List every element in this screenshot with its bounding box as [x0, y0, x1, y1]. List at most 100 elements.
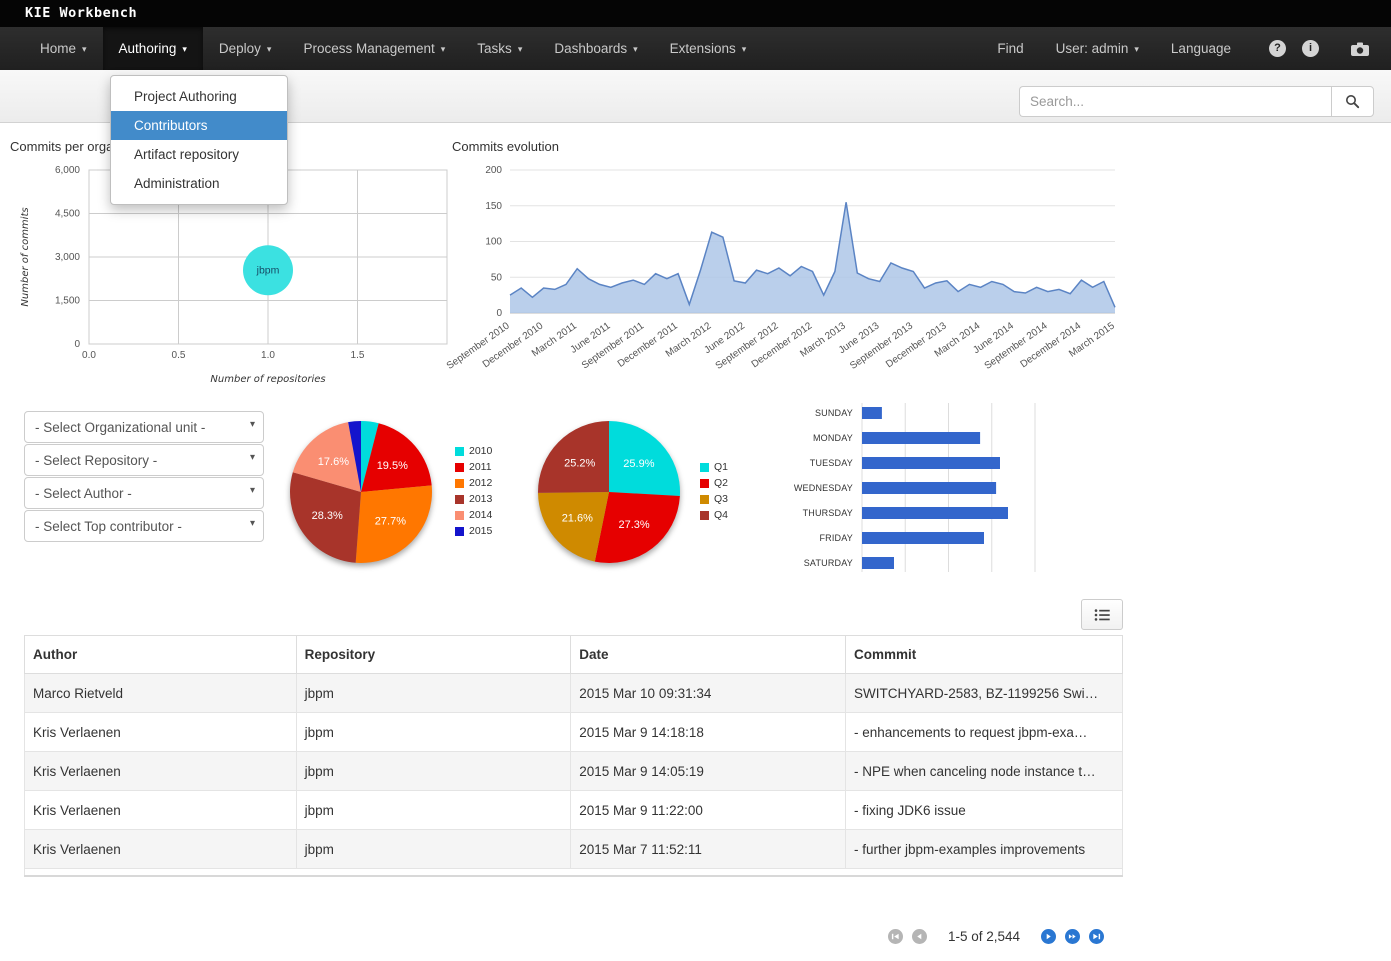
- svg-text:27.7%: 27.7%: [375, 515, 406, 527]
- nav-item-tasks[interactable]: Tasks ▾: [461, 27, 538, 70]
- table-cell: jbpm: [295, 712, 572, 752]
- legend-swatch: [700, 510, 709, 520]
- column-header-date[interactable]: Date: [570, 635, 846, 674]
- table-body: Marco Rietveld jbpm 2015 Mar 10 09:31:34 SW…: [24, 673, 1123, 869]
- pie-slice-q1[interactable]: 25.9%: [609, 421, 681, 497]
- menu-item-project-authoring[interactable]: Project Authoring: [111, 82, 287, 111]
- nav-item-process-management[interactable]: Process Management ▾: [287, 27, 461, 70]
- table-cell: jbpm: [295, 829, 572, 869]
- column-header-commmit[interactable]: Commmit: [845, 635, 1123, 674]
- search-input[interactable]: [1019, 86, 1331, 117]
- table-cell: - enhancements to request jbpm-exa…: [845, 712, 1123, 752]
- nav-item-label: Dashboards: [554, 41, 628, 56]
- nav-item-label: Deploy: [218, 41, 261, 56]
- bar-sunday[interactable]: [862, 407, 882, 419]
- table-footer-strip: [24, 868, 1123, 876]
- bar-monday[interactable]: [862, 432, 981, 444]
- svg-text:6,000: 6,000: [55, 165, 80, 176]
- svg-text:27.3%: 27.3%: [618, 519, 649, 531]
- svg-text:SATURDAY: SATURDAY: [804, 558, 853, 568]
- info-icon[interactable]: i: [1302, 40, 1319, 57]
- chevron-down-icon: ▾: [633, 44, 638, 54]
- last-page-button[interactable]: [1089, 929, 1105, 944]
- kie-workbench-page: KIE Workbench Home ▾ Authoring ▾ Deploy ▾ Proc…: [0, 0, 1391, 961]
- filter-select-repository: - Select Repository - ▾: [24, 444, 264, 476]
- nav-item-user-admin[interactable]: User: admin ▾: [1040, 41, 1155, 56]
- area-series[interactable]: [510, 202, 1115, 313]
- table-row[interactable]: Kris Verlaenen jbpm 2015 Mar 9 14:05:19- N…: [24, 751, 1123, 791]
- fast-forward-button[interactable]: [1065, 929, 1081, 944]
- pie-slice-q4[interactable]: 25.2%: [538, 421, 609, 493]
- menu-item-contributors[interactable]: Contributors: [111, 111, 287, 140]
- legend-item-q3: Q3: [700, 493, 728, 505]
- screenshot-icon[interactable]: [1335, 42, 1369, 56]
- legend-swatch: [700, 494, 709, 504]
- svg-text:WEDNESDAY: WEDNESDAY: [794, 483, 853, 493]
- filter-select-0[interactable]: - Select Organizational unit -: [24, 411, 264, 443]
- svg-text:jbpm: jbpm: [256, 265, 280, 277]
- nav-item-authoring[interactable]: Authoring ▾: [102, 27, 203, 70]
- legend-item-q1: Q1: [700, 461, 728, 473]
- nav-item-find[interactable]: Find: [981, 41, 1039, 56]
- bar-tuesday[interactable]: [862, 457, 1000, 469]
- nav-item-deploy[interactable]: Deploy ▾: [203, 27, 288, 70]
- nav-item-label: Tasks: [477, 41, 512, 56]
- bar-friday[interactable]: [862, 532, 984, 544]
- menu-item-administration[interactable]: Administration: [111, 169, 287, 198]
- column-header-author[interactable]: Author: [24, 635, 297, 674]
- table-row[interactable]: Kris Verlaenen jbpm 2015 Mar 9 11:22:00- f…: [24, 790, 1123, 830]
- nav-item-home[interactable]: Home ▾: [24, 27, 103, 70]
- filter-select-1[interactable]: - Select Repository -: [24, 444, 264, 476]
- filter-select-3[interactable]: - Select Top contributor -: [24, 510, 264, 542]
- table-row[interactable]: Kris Verlaenen jbpm 2015 Mar 7 11:52:11- f…: [24, 829, 1123, 869]
- search-button[interactable]: [1331, 86, 1374, 117]
- filter-select-2[interactable]: - Select Author -: [24, 477, 264, 509]
- table-cell: 2015 Mar 9 14:05:19: [570, 751, 846, 791]
- table-row[interactable]: Marco Rietveld jbpm 2015 Mar 10 09:31:34 SW…: [24, 673, 1123, 713]
- filters-panel: - Select Organizational unit - ▾ - Select …: [24, 411, 264, 543]
- svg-text:150: 150: [485, 201, 502, 212]
- nav-item-label: Process Management: [303, 41, 435, 56]
- legend-swatch: [455, 510, 464, 520]
- nav-item-dashboards[interactable]: Dashboards ▾: [538, 27, 653, 70]
- svg-text:0.5: 0.5: [172, 350, 186, 361]
- pie-slice-q2[interactable]: 27.3%: [594, 492, 680, 564]
- bar-thursday[interactable]: [862, 507, 1008, 519]
- svg-text:3,000: 3,000: [55, 252, 80, 263]
- bar-wednesday[interactable]: [862, 482, 997, 494]
- table-cell: 2015 Mar 7 11:52:11: [570, 829, 846, 869]
- table-cell: Kris Verlaenen: [24, 790, 297, 830]
- prev-page-button[interactable]: [912, 929, 927, 944]
- app-title-bar: KIE Workbench: [0, 0, 1391, 27]
- legend-swatch: [455, 446, 464, 456]
- search-bar: [1019, 86, 1374, 117]
- legend-item-q4: Q4: [700, 509, 728, 521]
- svg-text:0: 0: [496, 308, 502, 319]
- filter-select-organizational-unit: - Select Organizational unit - ▾: [24, 411, 264, 443]
- nav-item-extensions[interactable]: Extensions ▾: [654, 27, 763, 70]
- nav-item-label: Home: [40, 41, 77, 56]
- legend-label: 2015: [469, 525, 493, 537]
- next-page-button[interactable]: [1041, 929, 1057, 944]
- table-cell: Kris Verlaenen: [24, 712, 297, 752]
- first-page-button[interactable]: [888, 929, 903, 944]
- nav-item-language[interactable]: Language: [1155, 41, 1247, 56]
- help-icon[interactable]: ?: [1269, 40, 1286, 57]
- table-row[interactable]: Kris Verlaenen jbpm 2015 Mar 9 14:18:18- e…: [24, 712, 1123, 752]
- commits-per-quarter-pie: 25.9% 27.3% 21.6% 25.2%: [538, 421, 681, 564]
- table-cell: jbpm: [295, 673, 572, 713]
- svg-text:19.5%: 19.5%: [377, 460, 408, 472]
- svg-text:FRIDAY: FRIDAY: [819, 533, 853, 543]
- commits-evolution-title: Commits evolution: [452, 139, 559, 154]
- legend-swatch: [455, 478, 464, 488]
- bubble-jbpm[interactable]: jbpm: [243, 245, 293, 296]
- svg-text:17.6%: 17.6%: [318, 456, 349, 468]
- bar-saturday[interactable]: [862, 557, 894, 569]
- legend-swatch: [700, 462, 709, 472]
- column-header-repository[interactable]: Repository: [295, 635, 572, 674]
- pie-slice-2012[interactable]: 27.7%: [355, 485, 432, 564]
- list-view-button[interactable]: [1081, 599, 1123, 630]
- menu-item-artifact-repository[interactable]: Artifact repository: [111, 140, 287, 169]
- svg-text:MONDAY: MONDAY: [813, 433, 853, 443]
- legend-item-2013: 2013: [455, 493, 492, 505]
